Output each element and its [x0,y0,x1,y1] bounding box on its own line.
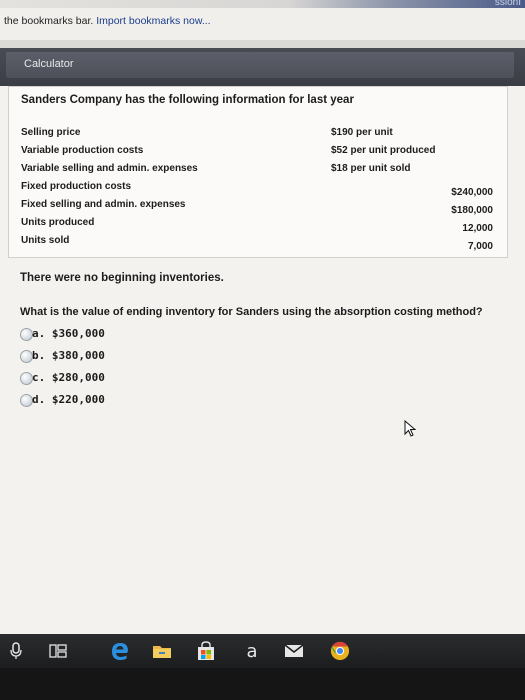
row-unit-variable-production: $52 per unit produced [331,145,436,156]
question-text: What is the value of ending inventory fo… [20,306,483,318]
calculator-button[interactable]: Calculator [6,52,514,78]
row-label-variable-selling: Variable selling and admin. expenses [21,163,198,174]
bookmarks-bar: the bookmarks bar. Import bookmarks now.… [0,8,525,40]
chrome-icon[interactable] [330,641,350,661]
amazon-icon[interactable]: a [242,641,262,662]
problem-title: Sanders Company has the following inform… [21,94,354,106]
row-label-fixed-selling: Fixed selling and admin. expenses [21,199,186,210]
row-label-units-produced: Units produced [21,217,95,228]
calculator-toolbar: Calculator [0,48,525,86]
task-view-icon[interactable] [48,641,68,661]
row-amount-fixed-production: $240,000 [451,187,493,198]
device-bezel [0,668,525,700]
import-bookmarks-link[interactable]: Import bookmarks now... [96,15,210,27]
row-unit-selling-price: $190 per unit [331,127,393,138]
bookmarks-bar-text: the bookmarks bar. [4,15,94,27]
browser-top-band: ssionI [0,0,525,8]
mouse-pointer-icon [404,420,417,437]
answer-option-c-label: c. $280,000 [32,371,105,384]
answer-option-b-label: b. $380,000 [32,349,105,362]
row-label-selling-price: Selling price [21,127,81,138]
row-label-units-sold: Units sold [21,235,70,246]
inventory-note: There were no beginning inventories. [20,272,224,284]
url-fragment: ssionI [494,0,521,8]
row-unit-variable-selling: $18 per unit sold [331,163,411,174]
problem-info-panel: Sanders Company has the following inform… [8,86,508,258]
bookmarks-bar-message: the bookmarks bar. Import bookmarks now.… [4,15,211,27]
row-label-fixed-production: Fixed production costs [21,181,132,192]
answer-option-d-label: d. $220,000 [32,393,105,406]
question-content: Sanders Company has the following inform… [0,86,525,650]
row-amount-units-sold: 7,000 [467,241,493,252]
row-label-variable-production: Variable production costs [21,145,144,156]
microphone-icon[interactable] [6,641,26,661]
edge-icon[interactable] [110,641,130,661]
divider [0,40,525,48]
row-amount-fixed-selling: $180,000 [451,205,493,216]
file-explorer-icon[interactable] [152,641,172,661]
windows-taskbar: a [0,634,525,668]
calculator-label: Calculator [24,58,74,70]
mail-icon[interactable] [284,641,304,661]
answer-option-a-label: a. $360,000 [32,327,105,340]
row-amount-units-produced: 12,000 [462,223,493,234]
store-icon[interactable] [196,641,216,661]
